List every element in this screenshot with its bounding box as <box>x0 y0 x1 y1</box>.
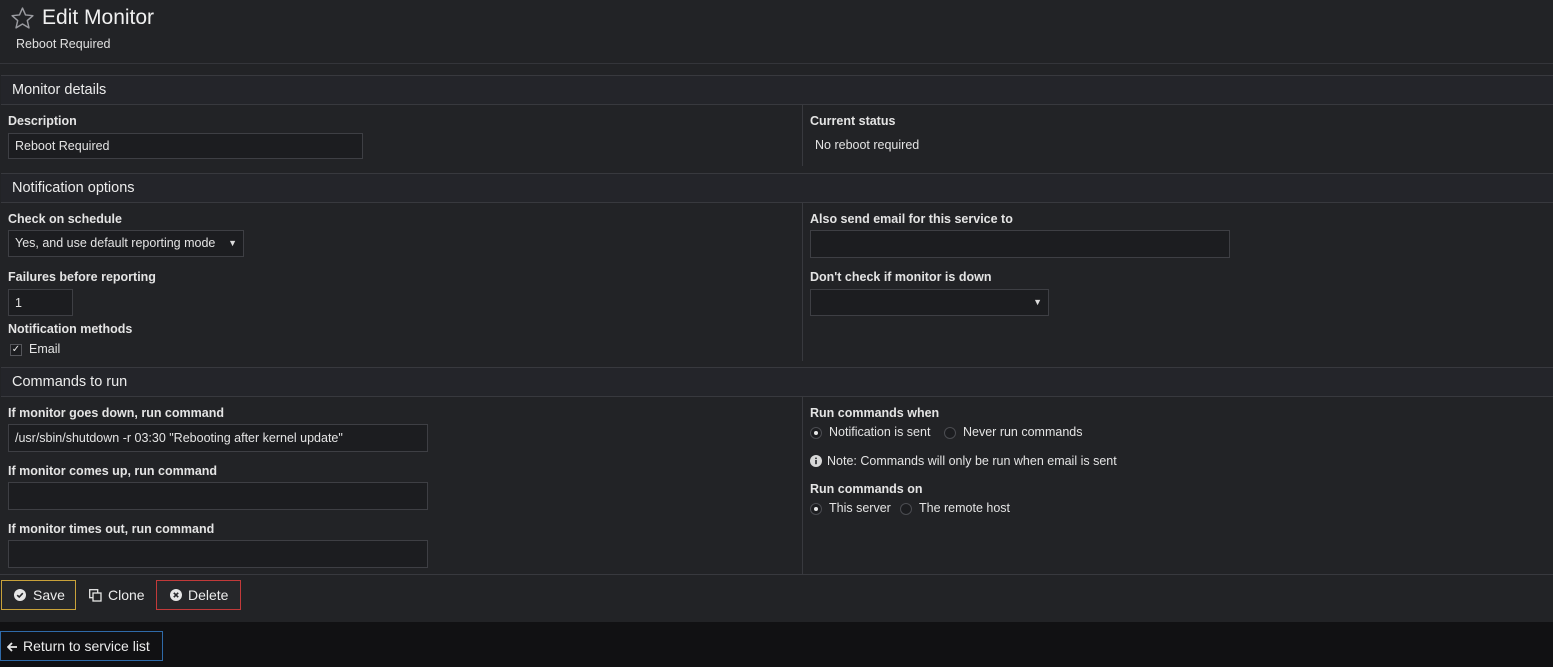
failures-input[interactable] <box>8 289 73 316</box>
timeout-command-input[interactable] <box>8 540 428 568</box>
copy-icon <box>89 589 102 602</box>
check-circle-icon <box>14 589 26 601</box>
check-on-schedule-label: Check on schedule <box>8 212 122 226</box>
down-command-label: If monitor goes down, run command <box>8 406 224 420</box>
up-command-input[interactable] <box>8 482 428 510</box>
save-button[interactable]: Save <box>1 580 76 610</box>
info-icon <box>810 455 822 467</box>
dont-check-select[interactable]: ▼ <box>810 289 1049 316</box>
page-subtitle: Reboot Required <box>16 37 111 51</box>
failures-label: Failures before reporting <box>8 270 156 284</box>
column-divider <box>802 397 803 574</box>
radio-remote-host[interactable] <box>900 503 912 515</box>
up-command-label: If monitor comes up, run command <box>8 464 218 478</box>
form-footer-divider <box>0 574 1553 575</box>
times-circle-icon <box>170 589 182 601</box>
description-input[interactable] <box>8 133 363 159</box>
radio-this-server[interactable] <box>810 503 822 515</box>
return-to-service-list-button[interactable]: Return to service list <box>0 631 163 661</box>
page-header: Edit Monitor Reboot Required <box>0 0 1553 64</box>
email-checkbox[interactable]: ✓ <box>10 344 22 356</box>
section-monitor-details: Monitor details <box>1 75 1553 105</box>
chevron-down-icon: ▼ <box>228 238 237 248</box>
clone-button[interactable]: Clone <box>80 580 152 610</box>
radio-this-server-label: This server <box>829 501 891 515</box>
return-button-label: Return to service list <box>23 638 150 654</box>
also-email-label: Also send email for this service to <box>810 212 1013 226</box>
notification-methods-label: Notification methods <box>8 322 133 336</box>
chevron-down-icon: ▼ <box>1033 297 1042 307</box>
section-notification-options: Notification options <box>1 173 1553 203</box>
star-outline-icon[interactable] <box>10 6 35 31</box>
radio-never-run[interactable] <box>944 427 956 439</box>
delete-button[interactable]: Delete <box>156 580 241 610</box>
down-command-input[interactable] <box>8 424 428 452</box>
also-email-input[interactable] <box>810 230 1230 258</box>
column-divider <box>802 203 803 361</box>
arrow-left-icon <box>7 642 17 652</box>
save-button-label: Save <box>33 587 65 603</box>
section-title: Monitor details <box>12 82 107 98</box>
delete-button-label: Delete <box>188 587 229 603</box>
run-on-label: Run commands on <box>810 482 923 496</box>
radio-notification-sent[interactable] <box>810 427 822 439</box>
description-label: Description <box>8 114 77 128</box>
dont-check-label: Don't check if monitor is down <box>810 270 992 284</box>
run-when-label: Run commands when <box>810 406 940 420</box>
current-status-label: Current status <box>810 114 896 128</box>
commands-note: Note: Commands will only be run when ema… <box>827 454 1117 468</box>
current-status-value: No reboot required <box>815 138 920 152</box>
radio-never-run-label: Never run commands <box>963 425 1083 439</box>
email-checkbox-label: Email <box>29 342 61 356</box>
edit-monitor-panel: Edit Monitor Reboot Required Monitor det… <box>0 0 1553 622</box>
check-on-schedule-select[interactable]: Yes, and use default reporting mode ▼ <box>8 230 244 257</box>
section-title: Notification options <box>12 180 135 196</box>
section-commands-to-run: Commands to run <box>1 367 1553 397</box>
radio-notification-sent-label: Notification is sent <box>829 425 931 439</box>
clone-button-label: Clone <box>108 587 145 603</box>
radio-remote-host-label: The remote host <box>919 501 1011 515</box>
check-on-schedule-value: Yes, and use default reporting mode <box>15 236 216 250</box>
timeout-command-label: If monitor times out, run command <box>8 522 215 536</box>
column-divider <box>802 105 803 166</box>
section-title: Commands to run <box>12 374 128 390</box>
page-title: Edit Monitor <box>42 6 155 29</box>
